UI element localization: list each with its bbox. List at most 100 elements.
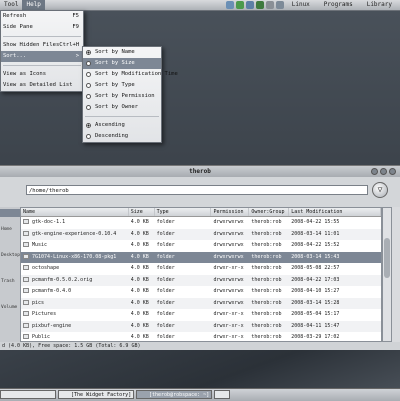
cell-size: 4.0 KB (130, 253, 149, 260)
window-titlebar[interactable]: therob (0, 166, 400, 177)
cell-owner: therob:rob (251, 311, 282, 317)
table-row[interactable]: pics 4.0 KB folder drwxrwxrwx therob:rob 2008… (21, 297, 381, 310)
minimize-button[interactable] (371, 168, 378, 175)
tray-icon-5[interactable] (266, 1, 274, 9)
col-permission[interactable]: Permission (211, 208, 250, 216)
cell-type: folder (156, 276, 175, 283)
maximize-button[interactable] (380, 168, 387, 175)
radio-icon (86, 105, 91, 110)
file-name: pcmanfm-0.4.0 (32, 288, 72, 294)
table-row[interactable]: 7G1074-Linux-x86-170.08-pkg1 4.0 KB folder… (21, 251, 381, 264)
cell-name: pics (21, 298, 129, 310)
cell-type: folder (156, 219, 175, 225)
cell-perm: drwxrwxrwx (213, 276, 244, 283)
sort-option[interactable]: Sort by Name (83, 47, 161, 58)
cell-perm: drwxrwxrwx (213, 230, 244, 237)
sort-options: Sort by Name Sort by Size Sort by Modifica… (83, 47, 178, 113)
scrollbar-thumb[interactable] (384, 238, 390, 278)
menu-programs[interactable]: Programs (320, 0, 357, 10)
menu-item-view-icons[interactable]: View as Icons (1, 69, 83, 80)
table-row[interactable]: Music 4.0 KB folder drwxrwxrwx therob:rob 200… (21, 240, 381, 252)
table-row[interactable]: pixbuf-engine 4.0 KB folder drwxr-xr-x thero… (21, 320, 381, 332)
col-owner[interactable]: Owner:Group (249, 208, 290, 216)
sort-option[interactable]: Sort by Modification Time (83, 69, 178, 80)
folder-icon (23, 242, 29, 247)
tray-icon-1[interactable] (226, 1, 234, 9)
up-button[interactable]: ▽ (372, 182, 388, 198)
cell-mod: 2008-04-22 15:55 (291, 219, 340, 225)
order-option[interactable]: Ascending (83, 120, 161, 131)
cell-name: 7G1074-Linux-x86-170.08-pkg1 (21, 252, 129, 264)
list-header: Name Size Type Permission Owner:Group La… (21, 208, 381, 217)
sort-option[interactable]: Sort by Size (83, 58, 161, 69)
table-row[interactable]: Pictures 4.0 KB folder drwxr-xr-x therob:rob… (21, 309, 381, 321)
cell-perm: drwxr-xr-x (213, 322, 244, 329)
menu-item-hidden-files[interactable]: Show Hidden Files Ctrl+H (1, 40, 83, 51)
side-item-trash[interactable]: Trash (0, 269, 20, 295)
table-row[interactable]: gtk-engine-experience-0.10.4 4.0 KB folder… (21, 228, 381, 241)
cell-mod: 2008-04-22 17:03 (291, 276, 340, 283)
col-name[interactable]: Name (21, 208, 129, 216)
table-row[interactable]: gtk-doc-1.1 4.0 KB folder drwxrwxrwx therob:… (21, 217, 381, 229)
menu-linux[interactable]: Linux (288, 0, 314, 10)
desktop-background (0, 350, 400, 388)
tray-icon-2[interactable] (236, 1, 244, 9)
cell-owner: therob:rob (251, 288, 282, 294)
tray-icon-3[interactable] (246, 1, 254, 9)
side-item-home[interactable]: Home (0, 217, 20, 243)
cell-mod: 2008-03-14 15:43 (291, 253, 340, 260)
sort-option-label: Sort by Type (95, 82, 135, 88)
cell-size: 4.0 KB (130, 242, 149, 248)
taskbar: [The Widget Factory] [therob@robspace: ~… (0, 388, 400, 401)
task-button-4[interactable] (214, 390, 230, 399)
sort-submenu: Sort by Name Sort by Size Sort by Modifica… (82, 46, 178, 143)
order-option[interactable]: Descending (83, 131, 161, 142)
cell-perm: drwxr-xr-x (213, 311, 244, 317)
menu-item-refresh[interactable]: Refresh F5 (1, 11, 83, 22)
location-input[interactable]: /home/therob (26, 185, 368, 195)
side-item-volume[interactable]: Volume (0, 295, 20, 321)
tray-icon-4[interactable] (256, 1, 264, 9)
menu-library[interactable]: Library (363, 0, 396, 10)
radio-icon (86, 94, 91, 99)
task-button-1[interactable] (0, 390, 56, 399)
table-row[interactable]: Public 4.0 KB folder drwxr-xr-x therob:rob 20… (21, 332, 381, 341)
close-button[interactable] (389, 168, 396, 175)
task-button-terminal[interactable]: [therob@robspace: ~] (136, 390, 212, 399)
cell-owner: therob:rob (251, 334, 282, 340)
menu-separator (3, 65, 81, 66)
table-row[interactable]: pcmanfm-0.5.0.2.orig 4.0 KB folder drwxrwxr… (21, 274, 381, 286)
order-option-label: Ascending (95, 122, 125, 128)
side-item-selected[interactable] (0, 209, 20, 217)
col-modified[interactable]: Last Modification (289, 208, 381, 216)
menu-item-view-list[interactable]: View as Detailed List (1, 80, 83, 91)
sort-option[interactable]: Sort by Type (83, 80, 161, 91)
menu-item-sort[interactable]: Sort... > (1, 51, 83, 62)
menu-help[interactable]: Help (22, 0, 45, 10)
sort-option[interactable]: Sort by Permission (83, 91, 161, 102)
table-row[interactable]: octoshape 4.0 KB folder drwxr-xr-x therob:ro… (21, 263, 381, 275)
cell-type: folder (156, 299, 175, 306)
sort-option-label: Sort by Permission (95, 93, 155, 99)
cell-mod: 2008-04-10 15:27 (291, 288, 340, 294)
cell-name: gtk-engine-experience-0.10.4 (21, 229, 129, 241)
col-type[interactable]: Type (155, 208, 212, 216)
cell-mod: 2008-05-08 22:57 (291, 265, 340, 271)
menu-tool[interactable]: Tool (0, 0, 22, 10)
col-size[interactable]: Size (129, 208, 155, 216)
file-name: pixbuf-engine (32, 322, 72, 329)
vertical-scrollbar[interactable] (382, 207, 392, 342)
menu-item-side-pane[interactable]: Side Pane F9 (1, 22, 83, 33)
side-item-desktop[interactable]: Desktop (0, 243, 20, 269)
radio-icon (86, 72, 91, 77)
tray-icon-6[interactable] (276, 1, 284, 9)
order-options: Ascending Descending (83, 120, 161, 142)
folder-icon (23, 334, 29, 339)
folder-icon (23, 219, 29, 224)
table-row[interactable]: pcmanfm-0.4.0 4.0 KB folder drwxrwxrwx thero… (21, 286, 381, 298)
task-button-widget-factory[interactable]: [The Widget Factory] (58, 390, 134, 399)
sort-option[interactable]: Sort by Owner (83, 102, 161, 113)
cell-size: 4.0 KB (130, 299, 149, 306)
folder-icon (23, 276, 29, 282)
file-name: 7G1074-Linux-x86-170.08-pkg1 (32, 253, 117, 260)
